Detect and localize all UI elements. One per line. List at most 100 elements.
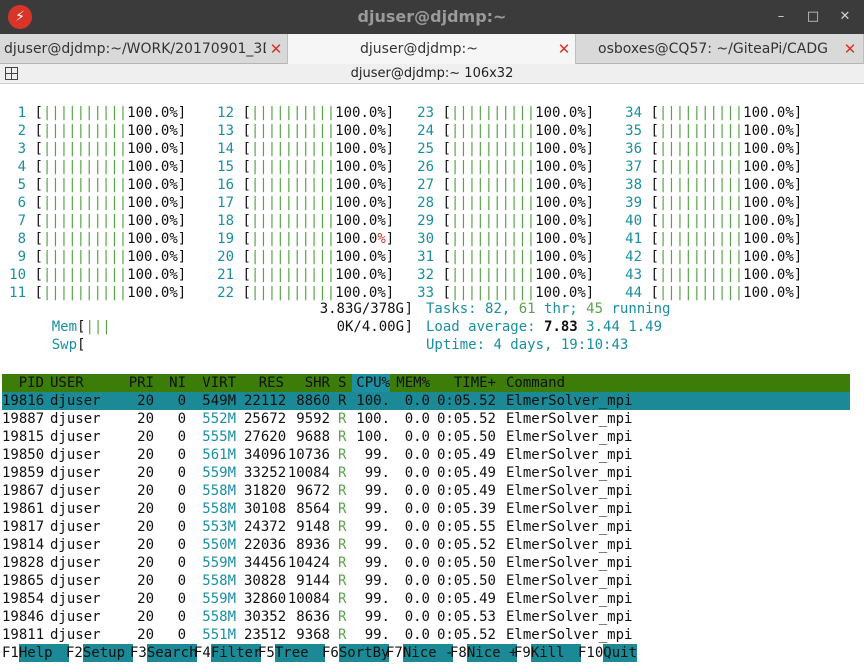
terminal-area[interactable]: 1 [||||||||||100.0%] 2 [||||||||||100.0%]… <box>2 84 864 670</box>
table-row[interactable]: 19859 djuser 20 0 559M 33252 10084 R 99. 0.0 0:05.… <box>2 464 850 482</box>
proc-user: djuser <box>50 465 101 481</box>
cpu-number: 36 <box>625 141 642 157</box>
proc-ni: 0 <box>177 483 186 499</box>
bracket-open: [ <box>650 285 659 301</box>
cpu-bar: |||||||||| <box>450 177 536 193</box>
proc-state: R <box>338 573 347 589</box>
cpu-meter: 2 [||||||||||100.0%] <box>2 122 187 140</box>
col-pri[interactable]: PRI <box>126 374 154 392</box>
fkey-f3[interactable]: F3Search <box>130 644 198 662</box>
close-icon[interactable]: ✕ <box>834 6 856 28</box>
table-row[interactable]: 19828 djuser 20 0 559M 34456 10424 R 99. 0.0 0:05.… <box>2 554 850 572</box>
cpu-percent: 100.0% <box>127 249 178 265</box>
table-row[interactable]: 19861 djuser 20 0 558M 30108 8564 R 99. 0.0 0:05.3… <box>2 500 850 518</box>
tab-close-icon[interactable]: ✕ <box>268 34 284 64</box>
process-table-header[interactable]: PID USER PRI NI VIRT RES SHR S CPU% MEM%… <box>2 374 850 392</box>
table-row[interactable]: 19811 djuser 20 0 551M 23512 9368 R 99. 0.0 0:05.5… <box>2 626 850 644</box>
table-row[interactable]: 19854 djuser 20 0 559M 32860 10084 R 99. 0.0 0:05.… <box>2 590 850 608</box>
cpu-bar: |||||||||| <box>450 285 536 301</box>
table-row[interactable]: 19815 djuser 20 0 555M 27620 9688 R 100. 0.0 0:05.… <box>2 428 850 446</box>
proc-cpu: 99. <box>364 591 390 607</box>
proc-cpu: 99. <box>364 609 390 625</box>
col-pid[interactable]: PID <box>2 374 44 392</box>
fkey-f7[interactable]: F7Nice - <box>386 644 454 662</box>
cpu-number: 1 <box>17 105 26 121</box>
proc-shr: 8636 <box>296 609 330 625</box>
cpu-percent: 100.0% <box>535 123 586 139</box>
fkey-f4[interactable]: F4Filter <box>194 644 262 662</box>
tab-work[interactable]: djuser@djdmp:~/WORK/20170901_3D_ ✕ <box>0 34 288 64</box>
tab-label: osboxes@CQ57: ~/GiteaPi/CADG <box>598 41 829 57</box>
cpu-meter: 39 [||||||||||100.0%] <box>618 194 802 212</box>
cpu-percent: 100.0% <box>743 159 794 175</box>
proc-user: djuser <box>50 609 101 625</box>
cpu-bar: |||||||||| <box>450 213 536 229</box>
col-shr[interactable]: SHR <box>286 374 330 392</box>
col-virt[interactable]: VIRT <box>194 374 236 392</box>
tab-close-icon[interactable]: ✕ <box>556 34 572 64</box>
bracket-close: ] <box>585 159 595 175</box>
fkey-label: Nice + <box>466 644 518 662</box>
tasks-threads: 61 <box>518 301 536 317</box>
proc-ni: 0 <box>177 393 186 409</box>
proc-pri: 20 <box>137 483 154 499</box>
bracket-open: [ <box>442 195 451 211</box>
table-row[interactable]: 19817 djuser 20 0 553M 24372 9148 R 99. 0.0 0:05.5… <box>2 518 850 536</box>
col-command[interactable]: Command <box>506 374 606 392</box>
proc-mem: 0.0 <box>404 447 430 463</box>
table-row[interactable]: 19846 djuser 20 0 558M 30352 8636 R 99. 0.0 0:05.5… <box>2 608 850 626</box>
proc-state: R <box>338 411 347 427</box>
proc-ni: 0 <box>177 465 186 481</box>
fkey-f2[interactable]: F2Setup <box>66 644 134 662</box>
fkey-f10[interactable]: F10Quit <box>578 644 638 662</box>
minimize-icon[interactable]: – <box>770 6 792 28</box>
proc-virt: 549M <box>202 393 236 409</box>
cpu-meter: 34 [||||||||||100.0%] <box>618 104 802 122</box>
col-res[interactable]: RES <box>244 374 284 392</box>
table-row-selected[interactable]: 19816 djuser 20 0 549M 22112 8860 R 100. 0.0 0:05.… <box>2 392 850 410</box>
cpu-percent: 100.0% <box>127 213 178 229</box>
fkey-f9[interactable]: F9Kill <box>514 644 582 662</box>
cpu-percent: 100.0% <box>335 267 386 283</box>
tab-osboxes[interactable]: osboxes@CQ57: ~/GiteaPi/CADG ✕ <box>576 34 864 64</box>
col-ni[interactable]: NI <box>162 374 186 392</box>
fkey-f5[interactable]: F5Tree <box>258 644 326 662</box>
proc-shr: 9672 <box>296 483 330 499</box>
fkey-f6[interactable]: F6SortBy <box>322 644 390 662</box>
col-mem[interactable]: MEM% <box>392 374 430 392</box>
tab-home[interactable]: djuser@djdmp:~ ✕ <box>288 34 576 64</box>
bracket-open: [ <box>442 231 451 247</box>
table-row[interactable]: 19814 djuser 20 0 550M 22036 8936 R 99. 0.0 0:05.5… <box>2 536 850 554</box>
table-row[interactable]: 19867 djuser 20 0 558M 31820 9672 R 99. 0.0 0:05.4… <box>2 482 850 500</box>
proc-res: 22036 <box>244 537 287 553</box>
table-row[interactable]: 19887 djuser 20 0 552M 25672 9592 R 100. 0.0 0:05.… <box>2 410 850 428</box>
proc-user: djuser <box>50 501 101 517</box>
tab-close-icon[interactable]: ✕ <box>842 34 858 64</box>
col-state[interactable]: S <box>338 374 350 392</box>
col-time[interactable]: TIME+ <box>436 374 496 392</box>
proc-shr: 8860 <box>296 393 330 409</box>
table-row[interactable]: 19865 djuser 20 0 558M 30828 9144 R 99. 0.0 0:05.5… <box>2 572 850 590</box>
cpu-meter: 6 [||||||||||100.0%] <box>2 194 187 212</box>
col-cpu[interactable]: CPU% <box>352 374 390 392</box>
proc-time: 0:05.55 <box>436 519 496 535</box>
bracket-close: ] <box>385 105 395 121</box>
maximize-icon[interactable]: □ <box>802 6 824 28</box>
proc-command: ElmerSolver_mpi <box>506 501 633 517</box>
proc-mem: 0.0 <box>404 411 430 427</box>
cpu-bar: |||||||||| <box>658 159 744 175</box>
proc-pri: 20 <box>137 537 154 553</box>
cpu-meter: 43 [||||||||||100.0%] <box>618 266 802 284</box>
table-row[interactable]: 19850 djuser 20 0 561M 34096 10736 R 99. 0.0 0:05.… <box>2 446 850 464</box>
proc-cpu: 99. <box>364 465 390 481</box>
cpu-percent: 100.0% <box>335 105 386 121</box>
fkey-f1[interactable]: F1Help <box>2 644 70 662</box>
col-user[interactable]: USER <box>50 374 110 392</box>
proc-cpu: 100. <box>356 429 390 445</box>
cpu-number: 12 <box>217 105 234 121</box>
cpu-meter: 25 [||||||||||100.0%] <box>410 140 594 158</box>
fkey-f8[interactable]: F8Nice + <box>450 644 518 662</box>
proc-pid: 19815 <box>2 429 45 445</box>
proc-ni: 0 <box>177 627 186 643</box>
bracket-open: [ <box>650 123 659 139</box>
